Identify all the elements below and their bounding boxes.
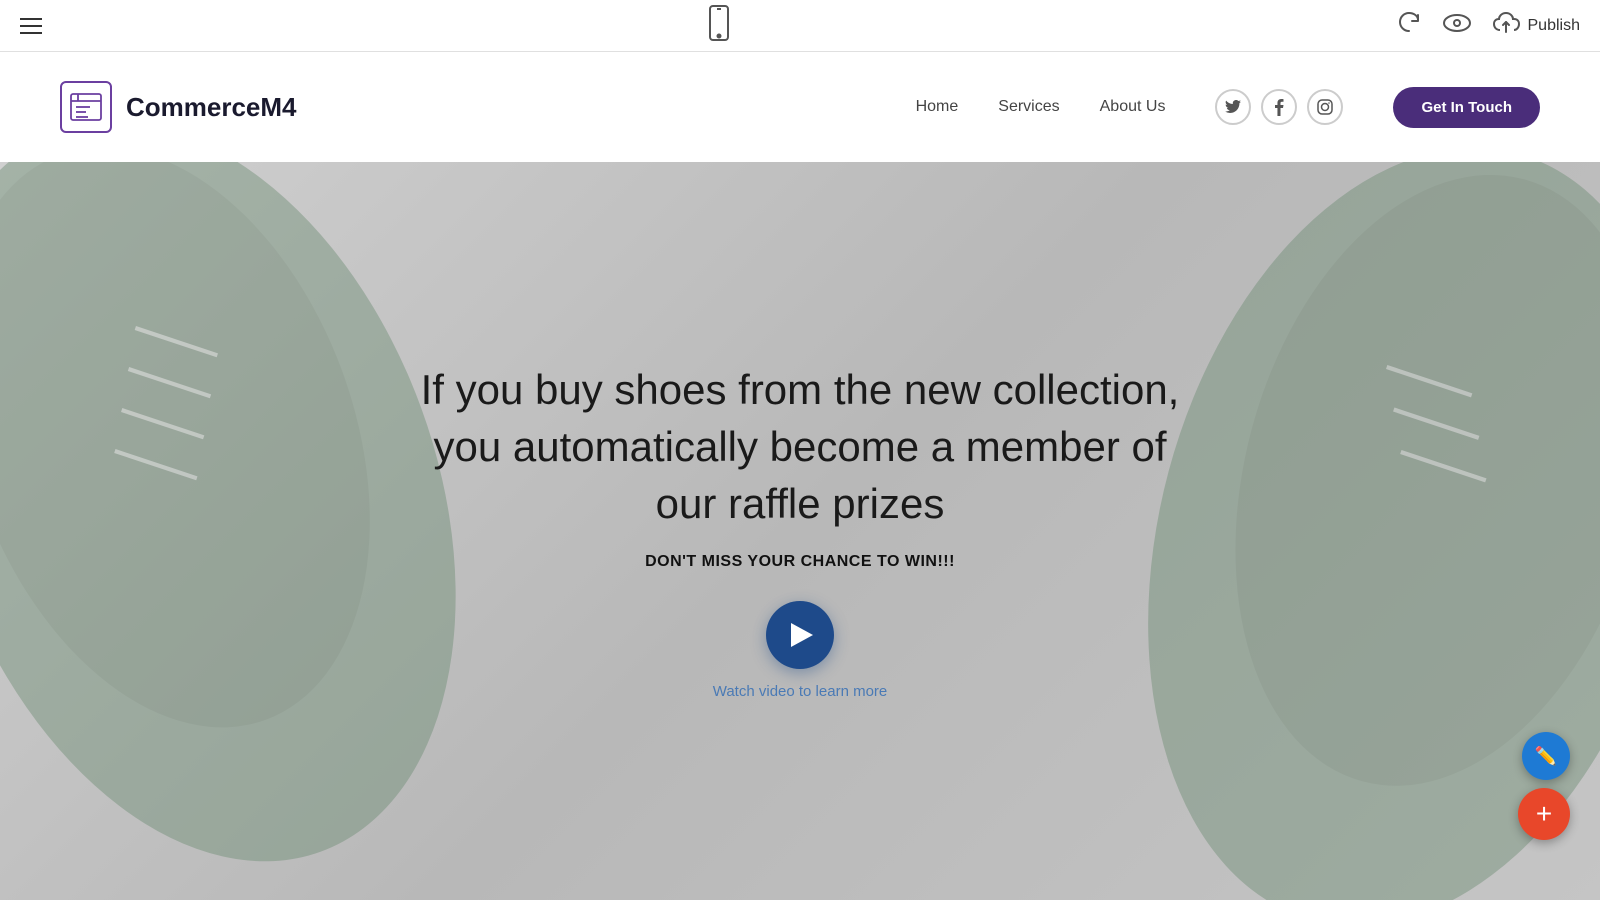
phone-preview-icon[interactable]: [707, 5, 731, 47]
nav-services[interactable]: Services: [998, 98, 1059, 116]
fab-add-button[interactable]: +: [1518, 788, 1570, 840]
toolbar-right: Publish: [1396, 12, 1580, 40]
logo-area: CommerceM4: [60, 81, 297, 133]
preview-eye-icon[interactable]: [1442, 12, 1472, 40]
facebook-icon[interactable]: [1261, 89, 1297, 125]
nav-home[interactable]: Home: [916, 98, 959, 116]
twitter-icon[interactable]: [1215, 89, 1251, 125]
nav-about[interactable]: About Us: [1100, 98, 1166, 116]
social-icons: [1215, 89, 1343, 125]
site-header: CommerceM4 Home Services About Us: [0, 52, 1600, 162]
publish-button[interactable]: Publish: [1492, 12, 1580, 40]
hamburger-icon[interactable]: [20, 18, 42, 34]
watch-video-link[interactable]: Watch video to learn more: [713, 683, 888, 700]
instagram-icon[interactable]: [1307, 89, 1343, 125]
toolbar-left: [20, 18, 42, 34]
publish-label: Publish: [1528, 17, 1580, 35]
undo-icon[interactable]: [1396, 12, 1422, 40]
site-nav: Home Services About Us: [916, 87, 1540, 128]
logo-icon: [60, 81, 112, 133]
nav-links: Home Services About Us: [916, 98, 1166, 116]
hero-content: If you buy shoes from the new collection…: [400, 362, 1200, 699]
hero-headline: If you buy shoes from the new collection…: [400, 362, 1200, 532]
brand-name: CommerceM4: [126, 92, 297, 123]
toolbar-center: [707, 5, 731, 47]
get-in-touch-button[interactable]: Get In Touch: [1393, 87, 1540, 128]
site-wrapper: CommerceM4 Home Services About Us: [0, 52, 1600, 900]
hero-subheadline: DON'T MISS YOUR CHANCE TO WIN!!!: [400, 553, 1200, 571]
toolbar: Publish: [0, 0, 1600, 52]
cloud-upload-icon: [1492, 12, 1520, 40]
hero-section: If you buy shoes from the new collection…: [0, 162, 1600, 900]
play-button[interactable]: [766, 601, 834, 669]
fab-edit-button[interactable]: [1522, 732, 1570, 780]
video-play-wrap: Watch video to learn more: [400, 601, 1200, 700]
